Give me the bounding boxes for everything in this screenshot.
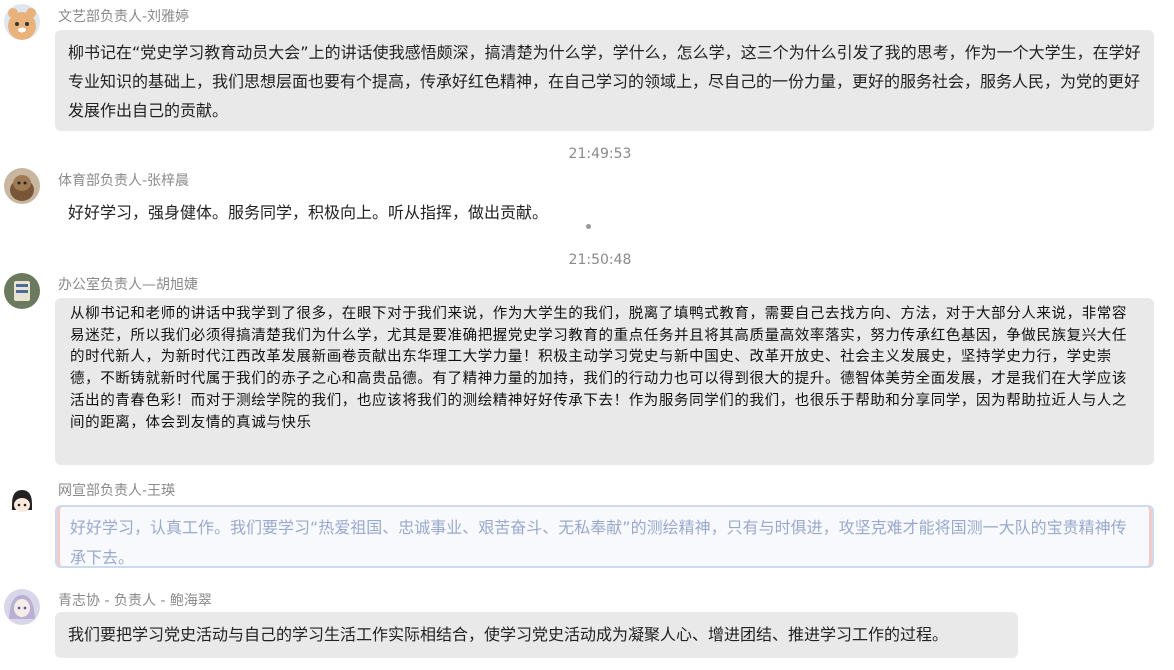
timestamp: 21:50:48 [568, 252, 632, 268]
avatar-zhang[interactable] [4, 168, 40, 204]
message-bubble[interactable]: 从柳书记和老师的讲话中我学到了很多，在眼下对于我们来说，作为大学生的我们，脱离了… [55, 298, 1154, 465]
timestamp: 21:49:53 [568, 146, 632, 162]
sender-name[interactable]: 体育部负责人-张梓晨 [58, 172, 189, 190]
avatar-bao[interactable] [4, 589, 40, 625]
avatar-hu[interactable] [4, 273, 40, 309]
sender-name[interactable]: 文艺部负责人-刘雅婷 [58, 8, 189, 26]
sender-name[interactable]: 青志协 - 负责人 - 鲍海翠 [58, 592, 212, 610]
sender-name[interactable]: 网宣部负责人-王瑛 [58, 482, 175, 500]
avatar-wang[interactable] [4, 484, 40, 520]
cursor-dot [586, 224, 591, 229]
message-bubble[interactable]: 我们要把学习党史活动与自己的学习生活工作实际相结合，使学习党史活动成为凝聚人心、… [55, 612, 1018, 658]
message-bubble[interactable]: 好好学习，强身健体。服务同学，积极向上。听从指挥，做出贡献。 [55, 194, 586, 234]
message-bubble[interactable]: 柳书记在“党史学习教育动员大会”上的讲话使我感悟颇深，搞清楚为什么学，学什么，怎… [55, 30, 1154, 131]
sender-name[interactable]: 办公室负责人—胡旭婕 [58, 276, 198, 294]
avatar-liu[interactable] [4, 4, 40, 40]
message-bubble[interactable]: 好好学习，认真工作。我们要学习“热爱祖国、忠诚事业、艰苦奋斗、无私奉献”的测绘精… [55, 505, 1154, 568]
